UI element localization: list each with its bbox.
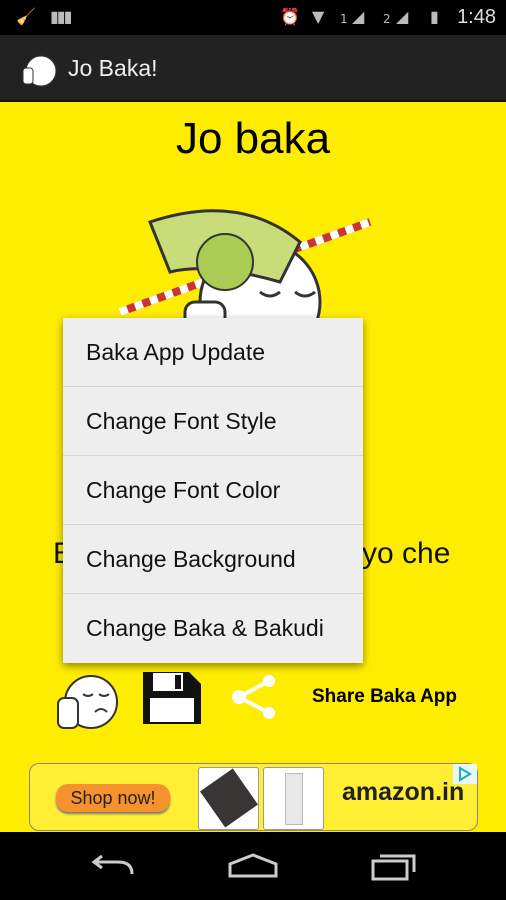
barcode-icon: ▮▮▮ [50,7,72,26]
share-app-button[interactable]: Share Baka App [312,686,457,708]
navigation-bar [0,832,506,900]
battery-charging-icon: ▮ [430,7,439,26]
sim1-label: 1 [340,12,348,26]
share-icon[interactable] [231,674,277,720]
sim2-label: 2 [383,12,391,26]
wifi-icon: ▼ [312,7,325,26]
menu-item-background[interactable]: Change Background [63,525,363,594]
status-bar: 🧹 ▮▮▮ ⏰ ▼ 1 ◢ 2 ◢ ▮ 1:48 [0,0,506,35]
baka-heading: Jo baka [175,114,331,163]
amazon-logo: amazon.in [342,778,465,806]
clock: 1:48 [457,6,496,28]
adchoices-icon[interactable] [453,764,477,784]
options-menu: Baka App Update Change Font Style Change… [63,318,363,663]
baka-face-icon[interactable] [55,674,119,732]
alarm-icon: ⏰ [280,7,300,26]
baka-face-icon[interactable] [20,54,58,88]
app-title: Jo Baka! [68,55,158,81]
product-image-phone[interactable] [198,767,259,830]
main-content: Jo baka B yo che Baka App Update Change … [0,102,506,832]
signal-icon: ◢ [352,7,365,26]
shop-now-button[interactable]: Shop now! [56,784,170,812]
caption-fragment-right: yo che [362,537,451,570]
home-icon[interactable] [227,852,279,880]
cleaner-icon: 🧹 [16,7,36,26]
product-image-feature-phone[interactable] [263,767,324,830]
ad-banner[interactable]: Shop now! amazon.in [29,763,478,831]
action-bar: Jo Baka! [0,35,506,102]
menu-item-font-color[interactable]: Change Font Color [63,456,363,525]
recent-apps-icon[interactable] [370,852,418,882]
back-icon[interactable] [88,854,136,880]
menu-item-app-update[interactable]: Baka App Update [63,318,363,387]
menu-item-font-style[interactable]: Change Font Style [63,387,363,456]
menu-item-baka-bakudi[interactable]: Change Baka & Bakudi [63,594,363,663]
signal-roaming-icon: ◢ [396,7,409,26]
save-icon[interactable] [143,670,201,726]
